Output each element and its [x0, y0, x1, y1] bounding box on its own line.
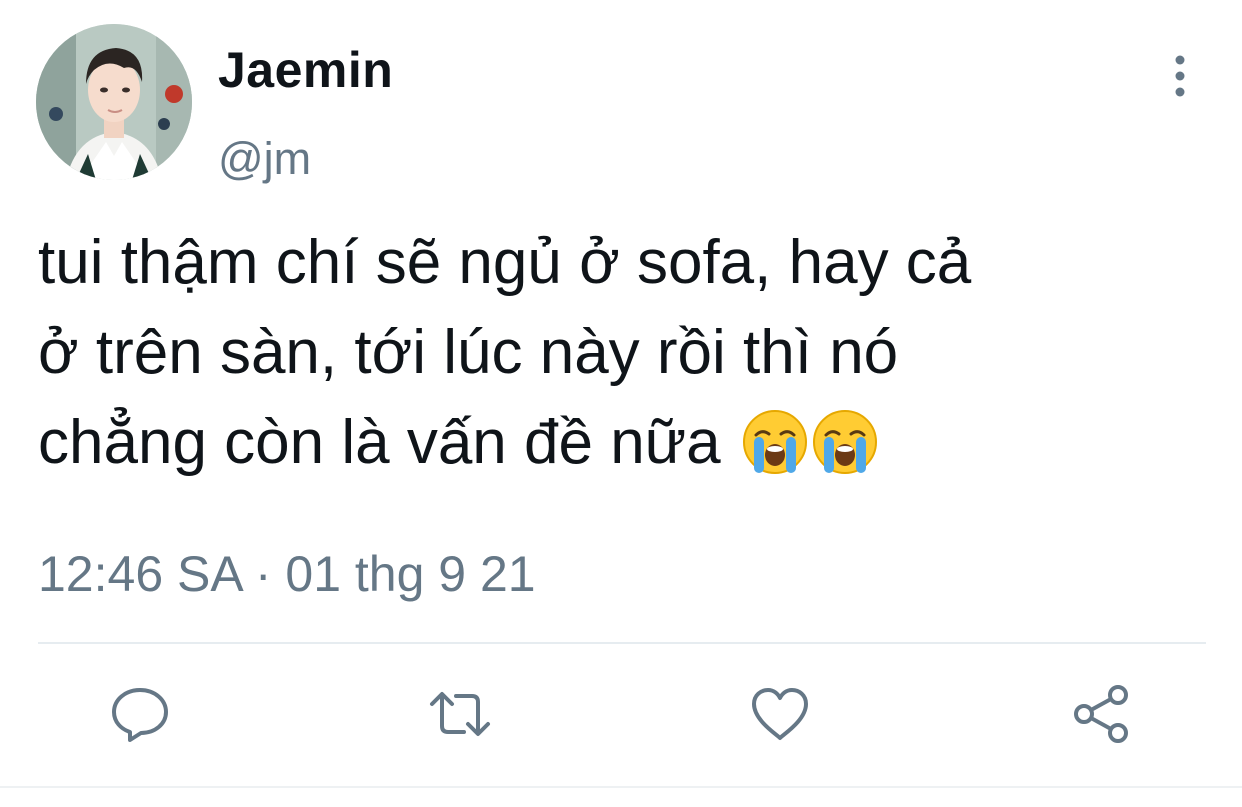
- bottom-divider: [0, 786, 1242, 788]
- loudly-crying-face-icon: [812, 409, 877, 474]
- tweet-text-line-last: chẳng còn là vấn đề nữa: [38, 398, 1218, 488]
- tweet-text: tui thậm chí sẽ ngủ ở sofa, hay cả ở trê…: [38, 218, 1218, 488]
- reply-icon: [112, 688, 168, 742]
- display-name[interactable]: Jaemin: [218, 40, 393, 100]
- retweet-icon: [430, 692, 490, 736]
- loudly-crying-face-icon: [742, 409, 807, 474]
- like-button[interactable]: [748, 682, 812, 746]
- more-options-button[interactable]: [1160, 52, 1200, 100]
- tweet-text-line: tui thậm chí sẽ ngủ ở sofa, hay cả: [38, 228, 972, 297]
- tweet-text-line: chẳng còn là vấn đề nữa: [38, 408, 721, 477]
- share-icon: [1074, 685, 1128, 743]
- user-handle[interactable]: @jm: [218, 132, 311, 186]
- retweet-button[interactable]: [428, 682, 492, 746]
- divider: [38, 642, 1206, 644]
- heart-icon: [752, 688, 808, 740]
- tweet-timestamp[interactable]: 12:46 SA · 01 thg 9 21: [38, 544, 536, 604]
- more-vertical-icon: [1175, 55, 1185, 97]
- avatar[interactable]: [36, 24, 192, 180]
- reply-button[interactable]: [108, 682, 172, 746]
- tweet-card: Jaemin @jm tui thậm chí sẽ ngủ ở sofa, h…: [0, 0, 1242, 807]
- tweet-text-line: ở trên sàn, tới lúc này rồi thì nó: [38, 318, 899, 387]
- share-button[interactable]: [1070, 682, 1134, 746]
